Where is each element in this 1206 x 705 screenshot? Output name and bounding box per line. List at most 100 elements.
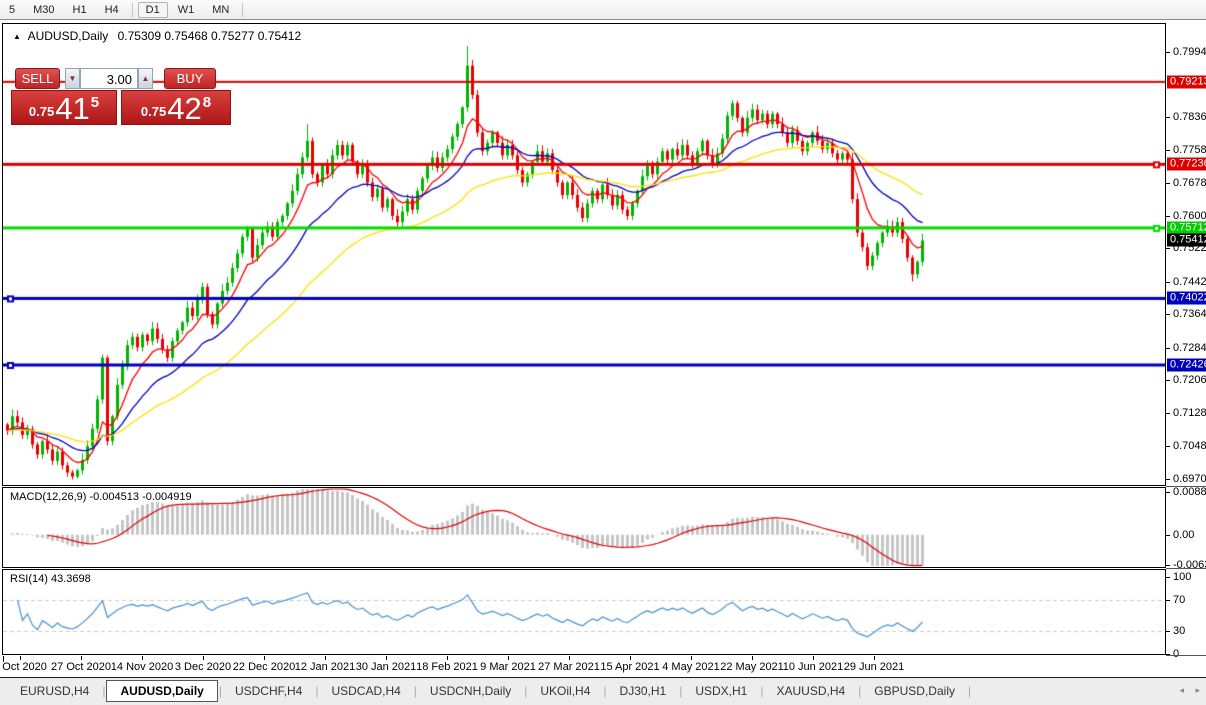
date-axis-tick — [508, 656, 509, 660]
timeframe-button-5[interactable]: 5 — [1, 2, 23, 18]
date-axis-label: 30 Jan 2021 — [355, 661, 417, 673]
price-level-label: 0.75412 — [1167, 233, 1206, 247]
volume-increase-button[interactable]: ▲ — [138, 68, 153, 89]
date-axis-tick — [569, 656, 570, 660]
price-axis-tick: 0.79940 — [1166, 46, 1206, 58]
rsi-axis-tick: 70 — [1165, 594, 1186, 606]
timeframe-button-w1[interactable]: W1 — [170, 2, 203, 18]
date-axis[interactable]: 8 Oct 2020 27 Oct 202014 Nov 20203 Dec 20… — [0, 656, 1206, 677]
price-axis-tick: 0.72060 — [1166, 374, 1206, 386]
toolbar-separator — [242, 2, 244, 17]
buy-button[interactable]: BUY — [164, 68, 216, 89]
chart-ohlc-values: 0.75309 0.75468 0.75277 0.75412 — [117, 29, 302, 43]
chart-title: ▲ AUDUSD,Daily 0.75309 0.75468 0.75277 0… — [13, 29, 301, 43]
timeframe-button-mn[interactable]: MN — [204, 2, 237, 18]
price-level-label: 0.75712 — [1167, 221, 1206, 235]
timeframe-button-d1[interactable]: D1 — [137, 1, 168, 18]
price-axis-tick: 0.71280 — [1166, 407, 1206, 419]
date-axis-label: 18 Feb 2021 — [416, 661, 478, 673]
tab-separator: | — [967, 683, 972, 698]
price-level-label: 0.77236 — [1167, 157, 1206, 171]
price-chart-panel: ▲ AUDUSD,Daily 0.75309 0.75468 0.75277 0… — [2, 23, 1166, 486]
volume-decrease-button[interactable]: ▼ — [65, 68, 80, 89]
buy-price-big: 42 — [167, 91, 202, 126]
macd-indicator-panel: MACD(12,26,9) -0.004513 -0.004919 — [2, 487, 1166, 568]
volume-input[interactable] — [80, 68, 138, 89]
chart-symbol-label: AUDUSD,Daily — [27, 29, 109, 43]
rsi-axis-tick: 100 — [1165, 570, 1192, 583]
date-axis-label: 22 May 2021 — [720, 661, 784, 673]
symbol-tab-gbpusd-daily[interactable]: GBPUSD,Daily — [862, 681, 967, 701]
date-axis-label: 14 Nov 2020 — [110, 661, 174, 673]
symbol-tab-usdchf-h4[interactable]: USDCHF,H4 — [223, 681, 314, 701]
date-axis-label: 10 Jun 2021 — [782, 661, 844, 673]
symbol-tab-ukoil-h4[interactable]: UKOil,H4 — [528, 681, 602, 701]
date-axis-label: 27 Oct 2020 — [51, 661, 111, 673]
collapse-arrow-icon[interactable]: ▲ — [13, 32, 21, 41]
symbol-tab-eurusd-h4[interactable]: EURUSD,H4 — [8, 681, 101, 701]
price-level-label: 0.72426 — [1167, 358, 1206, 372]
date-axis-label: 9 Mar 2021 — [480, 661, 536, 673]
axis-panel-divider — [1166, 568, 1206, 569]
buy-price-box[interactable]: 0.75 42 8 — [121, 90, 231, 125]
tab-separator: | — [858, 683, 862, 698]
tab-separator: | — [760, 683, 764, 698]
date-axis-tick — [813, 656, 814, 660]
price-axis[interactable]: 0.799400.783600.775800.767800.760000.752… — [1165, 23, 1206, 676]
macd-label: MACD(12,26,9) -0.004513 -0.004919 — [10, 491, 192, 503]
date-axis-tick — [81, 656, 82, 660]
toolbar-separator — [131, 2, 133, 17]
tab-scroll-right-icon[interactable]: ▸ — [1195, 685, 1200, 696]
symbol-tab-usdcad-h4[interactable]: USDCAD,H4 — [319, 681, 412, 701]
timeframe-button-h4[interactable]: H4 — [97, 2, 127, 18]
sell-price-box[interactable]: 0.75 41 5 — [11, 90, 117, 125]
symbol-tab-dj30-h1[interactable]: DJ30,H1 — [608, 681, 679, 701]
date-axis-label: 4 May 2021 — [662, 661, 720, 673]
tab-scroll-left-icon[interactable]: ◂ — [1179, 685, 1184, 696]
price-axis-tick: 0.74420 — [1166, 276, 1206, 288]
date-axis-tick — [447, 656, 448, 660]
date-axis-tick — [752, 656, 753, 660]
symbol-tab-bar: EURUSD,H4 | AUDUSD,Daily | USDCHF,H4 | USDCAD,… — [0, 677, 1206, 703]
price-axis-tick: 0.73640 — [1166, 308, 1206, 320]
macd-axis-tick: 0.00 — [1165, 528, 1195, 541]
date-axis-tick — [20, 656, 21, 660]
tab-separator: | — [413, 683, 417, 698]
date-axis-label: 22 Dec 2020 — [232, 661, 296, 673]
timeframe-toolbar: 5 M30 H1 H4 D1 W1 MN — [0, 0, 1206, 20]
date-axis-tick — [325, 656, 326, 660]
macd-axis-tick: -0.00632 — [1165, 559, 1206, 571]
date-axis-tick — [630, 656, 631, 660]
price-level-label: 0.74022 — [1167, 291, 1206, 305]
symbol-tab-audusd-daily[interactable]: AUDUSD,Daily — [106, 679, 218, 702]
rsi-canvas[interactable] — [3, 570, 1165, 654]
date-axis-tick — [142, 656, 143, 660]
date-axis-tick — [203, 656, 204, 660]
macd-axis-tick: 0.008871 — [1166, 486, 1206, 498]
date-axis-tick — [691, 656, 692, 660]
date-axis-label: 12 Jan 2021 — [294, 661, 356, 673]
tab-separator: | — [102, 683, 106, 698]
axis-panel-divider — [1166, 486, 1206, 487]
price-axis-tick: 0.76000 — [1166, 210, 1206, 222]
rsi-indicator-panel: RSI(14) 43.3698 — [2, 569, 1166, 655]
price-axis-tick: 0.76780 — [1166, 177, 1206, 189]
symbol-tab-xauusd-h4[interactable]: XAUUSD,H4 — [764, 681, 857, 701]
timeframe-button-h1[interactable]: H1 — [65, 2, 95, 18]
date-axis-label: 8 Oct 2020 — [0, 661, 47, 673]
tab-separator: | — [603, 683, 607, 698]
price-axis-tick: 0.78360 — [1166, 111, 1206, 123]
price-axis-tick: 0.69700 — [1166, 473, 1206, 485]
price-axis-tick: 0.77580 — [1166, 144, 1206, 156]
symbol-tab-usdcnh-daily[interactable]: USDCNH,Daily — [418, 681, 523, 701]
date-axis-label: 3 Dec 2020 — [174, 661, 232, 673]
sell-button[interactable]: SELL — [15, 68, 60, 89]
symbol-tab-usdx-h1[interactable]: USDX,H1 — [683, 681, 759, 701]
tab-separator: | — [218, 683, 222, 698]
date-axis-label: 29 Jun 2021 — [843, 661, 905, 673]
timeframe-button-m30[interactable]: M30 — [25, 2, 62, 18]
date-axis-tick — [264, 656, 265, 660]
date-axis-label: 27 Mar 2021 — [538, 661, 600, 673]
buy-price-pip: 8 — [202, 94, 212, 111]
rsi-label: RSI(14) 43.3698 — [10, 573, 91, 585]
